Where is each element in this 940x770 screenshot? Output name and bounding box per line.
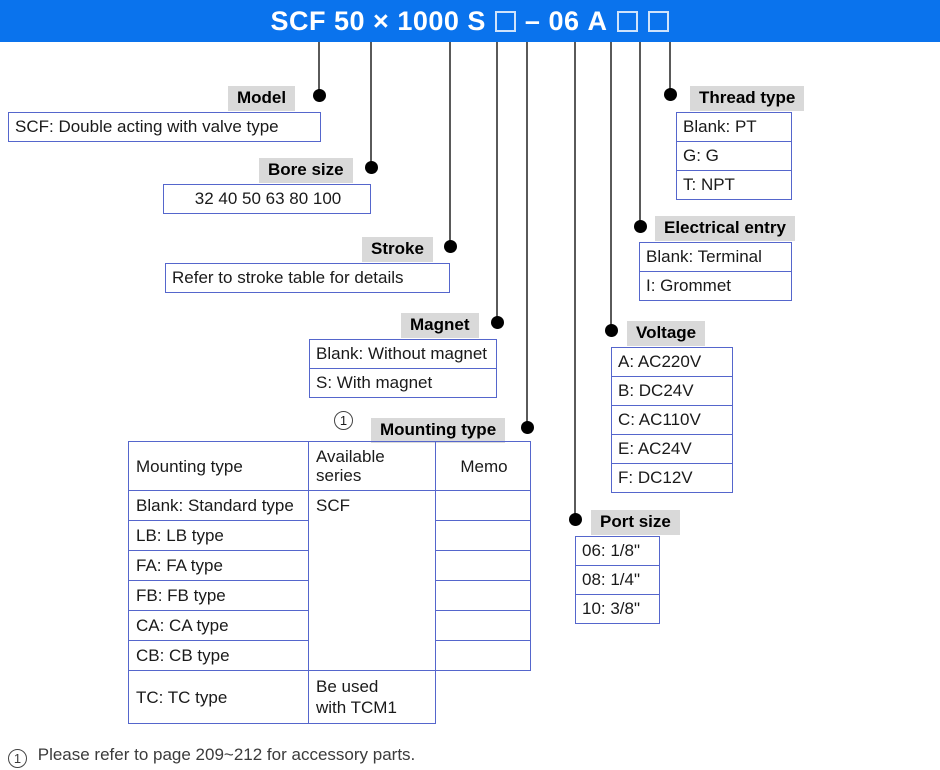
mounting-type-cell: CB: CB type [128,640,309,671]
table-header-cell: Available series [308,441,436,491]
option-row: 10: 3/8" [582,599,641,618]
note-marker-mounting-type: 1 [334,409,353,430]
mounting-type-cell: FB: FB type [128,580,309,611]
memo-cell: Be used with TCM1 [308,670,436,724]
caption-stroke: Stroke [362,237,433,262]
code-placeholder-thread-type [647,10,669,32]
option-row: Blank: Terminal [640,243,791,272]
option-row: I: Grommet [646,276,732,295]
leader-dot-stroke [444,240,457,253]
option-row: E: AC24V [612,435,732,464]
option-row: 08: 1/4" [576,566,659,595]
option-row: B: DC24V [612,377,732,406]
code-part-stroke: 1000 [397,5,460,36]
optionbox-bore-size: 32 40 50 63 80 100 [163,184,371,214]
footnote-text: Please refer to page 209~212 for accesso… [37,745,416,764]
table-row: Blank: Standard type SCF [128,490,531,671]
option-row: C: AC110V [612,406,732,435]
code-placeholder-electrical-entry [616,10,638,32]
caption-electrical-entry: Electrical entry [655,216,795,241]
footnote: 1 Please refer to page 209~212 for acces… [8,745,415,768]
leader-dot-voltage [605,324,618,337]
optionbox-magnet: Blank: Without magnet S: With magnet [309,339,497,398]
circled-number: 1 [334,411,353,430]
leader-line-model [318,42,320,94]
circled-number: 1 [8,749,27,768]
leader-line-electrical-entry [639,42,641,225]
mounting-type-cell: LB: LB type [128,520,309,551]
code-part-multiply-sign: × [373,5,390,36]
leader-dot-electrical-entry [634,220,647,233]
mounting-type-cell: FA: FA type [128,550,309,581]
code-part-magnet: S [467,5,486,36]
optionbox-thread-type: Blank: PT G: G T: NPT [676,112,792,200]
option-row: 32 40 50 63 80 100 [194,189,342,208]
memo-cell [435,490,531,521]
code-part-bore: 50 [334,5,366,36]
leader-dot-magnet [491,316,504,329]
product-code-string: SCF 50 × 1000 S – 06 A [267,6,674,37]
caption-voltage: Voltage [627,321,706,346]
leader-dot-thread-type [664,88,677,101]
code-part-model: SCF [270,5,326,36]
leader-line-stroke [449,42,451,246]
optionbox-voltage: A: AC220V B: DC24V C: AC110V E: AC24V F:… [611,347,733,493]
mounting-type-table: Mounting type Available series Memo Blan… [128,441,531,724]
option-row: S: With magnet [316,373,433,392]
caption-magnet: Magnet [401,313,479,338]
table-header-cell: Memo [435,441,531,491]
option-row: Blank: PT [677,113,791,142]
memo-cell [435,640,531,671]
memo-cell [435,550,531,581]
leader-line-voltage [610,42,612,329]
caption-model: Model [228,86,296,111]
option-row: T: NPT [683,175,735,194]
option-row: Blank: Without magnet [310,340,496,369]
leader-dot-bore-size [365,161,378,174]
memo-cell [435,580,531,611]
code-placeholder-mounting-type [494,10,516,32]
table-header-row: Mounting type Available series Memo [128,441,531,491]
leader-dot-port-size [569,513,582,526]
caption-bore-size: Bore size [259,158,353,183]
product-code-header: SCF 50 × 1000 S – 06 A [0,0,940,42]
table-row: TC: TC type Be used with TCM1 [128,670,531,724]
leader-line-bore-size [370,42,372,166]
leader-line-port-size [574,42,576,518]
option-row: Refer to stroke table for details [172,268,404,287]
option-row: A: AC220V [612,348,732,377]
leader-dot-model [313,89,326,102]
optionbox-model: SCF: Double acting with valve type [8,112,321,142]
optionbox-electrical-entry: Blank: Terminal I: Grommet [639,242,792,301]
leader-line-thread-type [669,42,671,91]
leader-line-magnet [496,42,498,321]
optionbox-port-size: 06: 1/8" 08: 1/4" 10: 3/8" [575,536,660,624]
option-row: F: DC12V [618,468,693,487]
option-row: SCF: Double acting with valve type [15,117,279,136]
leader-line-mounting-type [526,42,528,426]
code-part-dash: – [524,5,541,36]
available-series-cell: SCF [308,490,436,671]
caption-mounting-type: Mounting type [371,418,506,443]
mounting-type-cell: CA: CA type [128,610,309,641]
optionbox-stroke: Refer to stroke table for details [165,263,450,293]
code-part-port-size: 06 [548,5,580,36]
mounting-type-cell: TC: TC type [128,670,309,724]
memo-cell [435,610,531,641]
mounting-type-cell: Blank: Standard type [128,490,309,521]
table-header-cell: Mounting type [128,441,309,491]
caption-port-size: Port size [591,510,680,535]
code-part-voltage: A [587,5,608,36]
caption-thread-type: Thread type [690,86,805,111]
memo-cell [435,520,531,551]
option-row: 06: 1/8" [576,537,659,566]
leader-dot-mounting-type [521,421,534,434]
option-row: G: G [677,142,791,171]
